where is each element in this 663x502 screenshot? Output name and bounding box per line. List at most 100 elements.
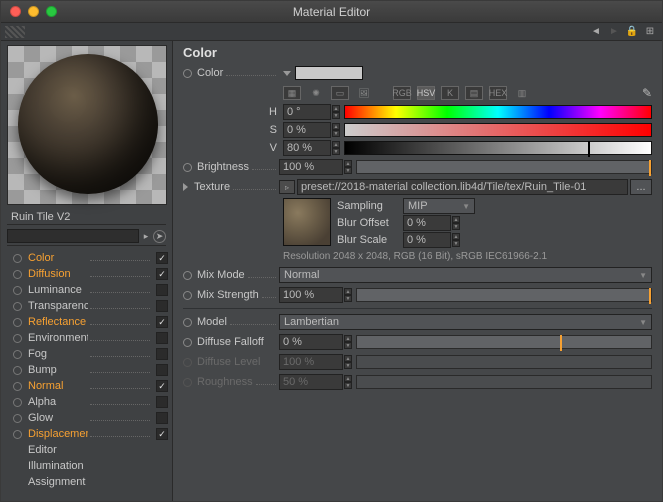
channel-alpha[interactable]: Alpha [13, 394, 168, 410]
diffuse-falloff-input[interactable]: 0 % [279, 334, 343, 350]
picker-mode-wheel-icon[interactable]: ✺ [307, 86, 325, 100]
picker-mode-swatch-icon[interactable]: ▭ [331, 86, 349, 100]
material-preview[interactable] [7, 45, 167, 205]
channel-glow[interactable]: Glow [13, 410, 168, 426]
texture-clear-button[interactable]: ▹ [279, 180, 295, 194]
channel-checkbox[interactable] [156, 428, 168, 440]
cursor-icon[interactable]: ➤ [153, 230, 166, 243]
h-label: H [183, 106, 283, 118]
subchannel-assignment[interactable]: Assignment [13, 474, 168, 490]
hex-mode-button[interactable]: HEX [489, 86, 507, 100]
toolbar: ◄ ► 🔒 ⊞ [1, 23, 662, 41]
search-menu-button[interactable]: ▸ [139, 229, 153, 243]
h-input[interactable]: 0 ° [283, 104, 331, 120]
grid-mode-icon[interactable]: ▤ [465, 86, 483, 100]
brightness-label: Brightness [197, 161, 249, 173]
channel-radio-icon [13, 350, 22, 359]
texture-path-input[interactable]: preset://2018-material collection.lib4d/… [297, 179, 628, 195]
diffuse-level-input: 100 % [279, 354, 343, 370]
h-spinner[interactable]: ▲▼ [332, 105, 340, 119]
mix-strength-input[interactable]: 100 % [279, 287, 343, 303]
channel-checkbox[interactable] [156, 300, 168, 312]
roughness-slider [356, 375, 652, 389]
k-mode-button[interactable]: K [441, 86, 459, 100]
search-input[interactable] [7, 229, 139, 243]
channel-checkbox[interactable] [156, 268, 168, 280]
toolbar-grip[interactable] [5, 26, 25, 38]
channel-bump[interactable]: Bump [13, 362, 168, 378]
diffuse-falloff-slider[interactable] [356, 335, 652, 349]
nav-back-icon[interactable]: ◄ [588, 25, 604, 39]
channel-fog[interactable]: Fog [13, 346, 168, 362]
roughness-input: 50 % [279, 374, 343, 390]
channel-color[interactable]: Color [13, 250, 168, 266]
color-swatch[interactable] [295, 66, 363, 80]
channel-label: Luminance [28, 284, 88, 296]
channel-checkbox[interactable] [156, 252, 168, 264]
roughness-spinner: ▲▼ [344, 375, 352, 389]
channel-environment[interactable]: Environment [13, 330, 168, 346]
channel-radio-icon [13, 318, 22, 327]
mix-strength-spinner[interactable]: ▲▼ [344, 288, 352, 302]
titlebar[interactable]: Material Editor [1, 1, 662, 23]
rgb-mode-button[interactable]: RGB [393, 86, 411, 100]
window-title: Material Editor [1, 5, 662, 19]
channel-checkbox[interactable] [156, 380, 168, 392]
brightness-slider[interactable] [356, 160, 652, 174]
sampling-select[interactable]: MIP▼ [403, 198, 475, 214]
blur-scale-input[interactable]: 0 % [403, 232, 451, 248]
channel-radio-icon [13, 334, 22, 343]
sat-slider[interactable] [344, 123, 652, 137]
channel-label: Diffusion [28, 268, 88, 280]
s-input[interactable]: 0 % [283, 122, 331, 138]
blur-offset-spinner[interactable]: ▲▼ [452, 216, 460, 230]
channel-reflectance[interactable]: Reflectance [13, 314, 168, 330]
val-slider[interactable] [344, 141, 652, 155]
channel-displacement[interactable]: Displacement [13, 426, 168, 442]
channel-luminance[interactable]: Luminance [13, 282, 168, 298]
roughness-label: Roughness [197, 376, 253, 388]
channel-radio-icon [13, 382, 22, 391]
picker-mode-image-icon[interactable]: 🖼 [355, 86, 373, 100]
diffuse-falloff-spinner[interactable]: ▲▼ [344, 335, 352, 349]
mix-strength-slider[interactable] [356, 288, 652, 302]
hsv-mode-button[interactable]: HSV [417, 86, 435, 100]
brightness-spinner[interactable]: ▲▼ [344, 160, 352, 174]
channel-checkbox[interactable] [156, 412, 168, 424]
blur-scale-spinner[interactable]: ▲▼ [452, 233, 460, 247]
channel-transparency[interactable]: Transparency [13, 298, 168, 314]
diffuse-level-spinner: ▲▼ [344, 355, 352, 369]
subchannel-editor[interactable]: Editor [13, 442, 168, 458]
channel-normal[interactable]: Normal [13, 378, 168, 394]
mix-mode-select[interactable]: Normal▼ [279, 267, 652, 283]
picker-mode-grid-icon[interactable]: ▦ [283, 86, 301, 100]
texture-thumbnail[interactable] [283, 198, 331, 246]
color-dropdown-arrow[interactable] [283, 71, 291, 76]
brightness-input[interactable]: 100 % [279, 159, 343, 175]
channel-checkbox[interactable] [156, 316, 168, 328]
channel-checkbox[interactable] [156, 348, 168, 360]
channel-checkbox[interactable] [156, 396, 168, 408]
model-select[interactable]: Lambertian▼ [279, 314, 652, 330]
blur-offset-input[interactable]: 0 % [403, 215, 451, 231]
material-name-field[interactable]: Ruin Tile V2 [7, 209, 166, 225]
texture-expand-arrow[interactable] [183, 183, 188, 191]
channel-checkbox[interactable] [156, 364, 168, 376]
eyedropper-icon[interactable]: ✎ [642, 86, 652, 100]
nav-fwd-icon[interactable]: ► [606, 25, 622, 39]
v-spinner[interactable]: ▲▼ [332, 141, 340, 155]
subchannel-illumination[interactable]: Illumination [13, 458, 168, 474]
hue-slider[interactable] [344, 105, 652, 119]
channel-checkbox[interactable] [156, 332, 168, 344]
channel-checkbox[interactable] [156, 284, 168, 296]
texture-browse-button[interactable]: ... [630, 179, 652, 195]
s-spinner[interactable]: ▲▼ [332, 123, 340, 137]
lock-icon[interactable]: 🔒 [624, 25, 640, 39]
add-tab-icon[interactable]: ⊞ [642, 25, 658, 39]
v-input[interactable]: 80 % [283, 140, 331, 156]
sampling-label: Sampling [337, 200, 403, 212]
material-editor-window: Material Editor ◄ ► 🔒 ⊞ Ruin Tile V2 ▸ ➤… [0, 0, 663, 502]
channel-radio-icon [13, 254, 22, 263]
swatches-icon[interactable]: ▥ [513, 86, 531, 100]
channel-diffusion[interactable]: Diffusion [13, 266, 168, 282]
